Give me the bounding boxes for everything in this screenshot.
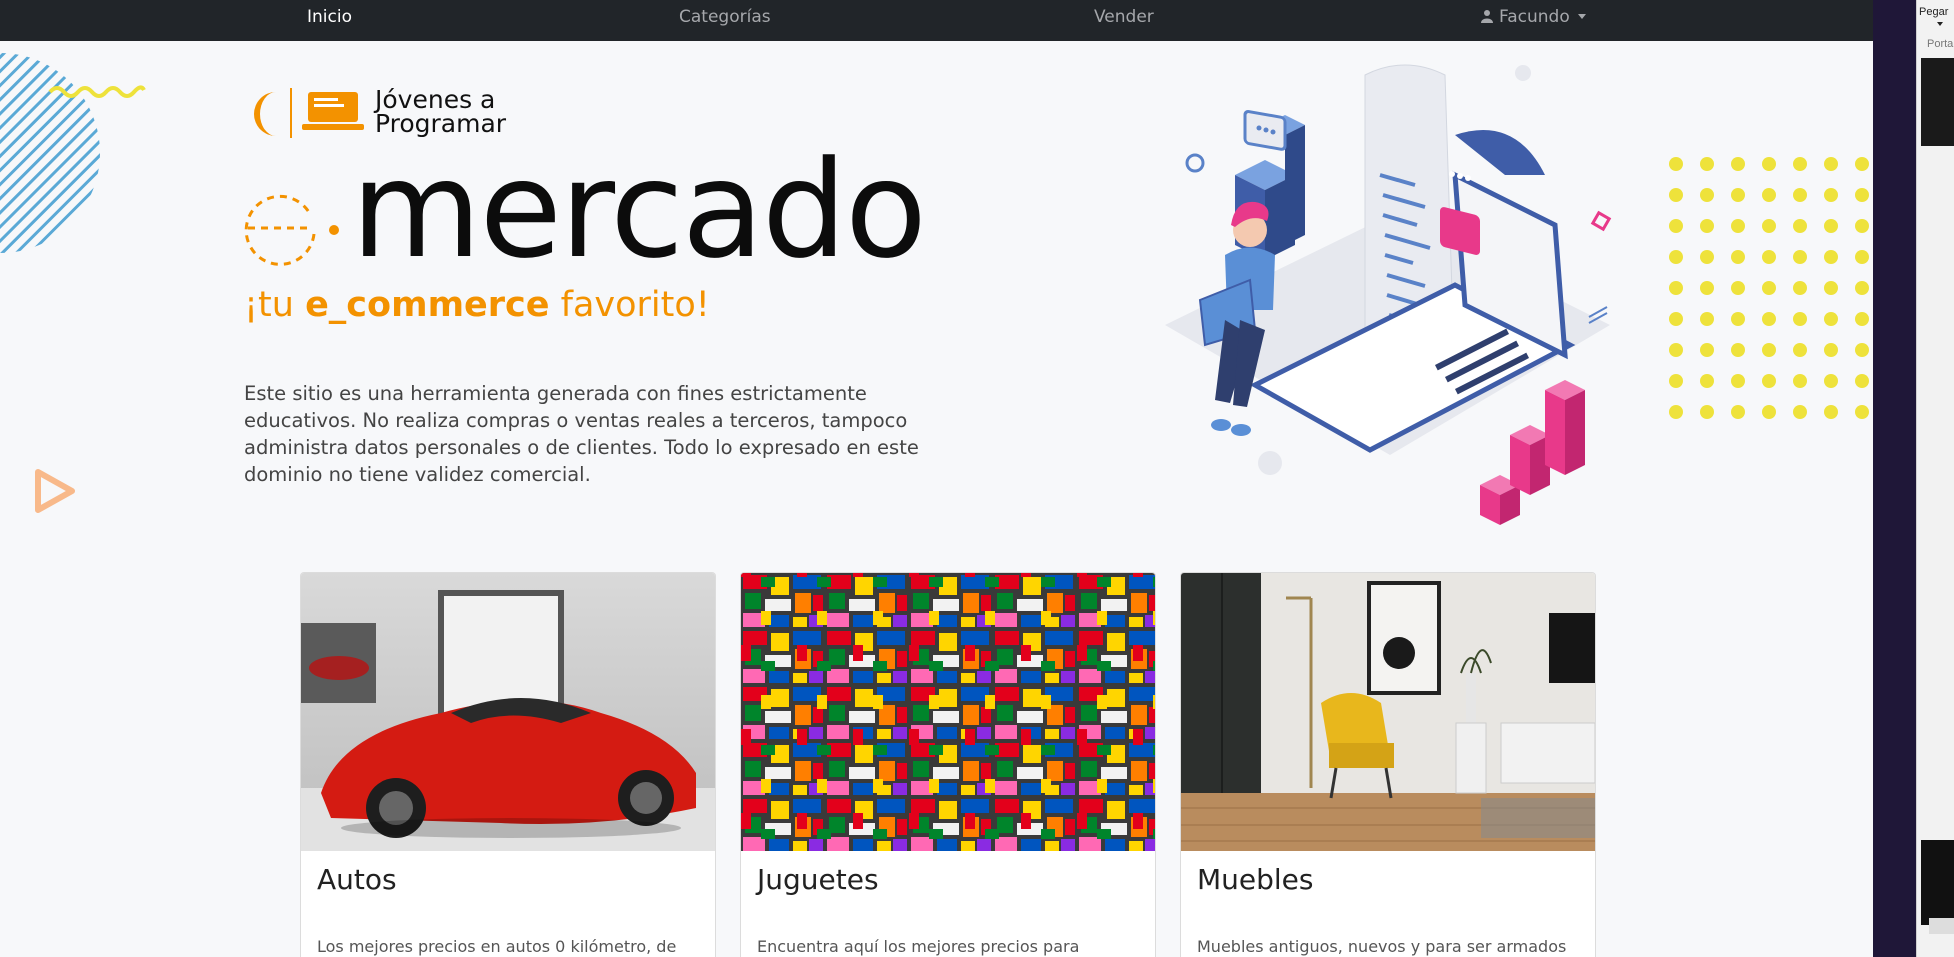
user-icon: [1481, 10, 1493, 23]
nav-inicio[interactable]: Inicio: [307, 7, 352, 27]
striped-circle-decoration: [0, 53, 100, 253]
dark-block-bottom: [1921, 840, 1954, 925]
card-title: Muebles: [1197, 863, 1314, 896]
autos-image: [301, 573, 715, 851]
hero-illustration: [1165, 64, 1612, 525]
tagline: ¡tu e_commerce favorito!: [244, 285, 710, 325]
disclaimer-text: Este sitio es una herramienta generada c…: [244, 382, 919, 486]
juguetes-image: [741, 573, 1155, 851]
card-text: Muebles antiguos, nuevos y para ser arma…: [1197, 937, 1567, 956]
paste-label[interactable]: Pegar: [1919, 6, 1948, 18]
dark-block: [1921, 58, 1954, 146]
side-app-panel: Pegar Porta: [1916, 0, 1954, 957]
tagline-post: favorito!: [549, 285, 710, 325]
clipboard-label: Porta: [1927, 38, 1954, 50]
category-card-autos[interactable]: Autos Los mejores precios en autos 0 kil…: [300, 572, 716, 957]
nav-vender[interactable]: Vender: [1094, 7, 1154, 27]
card-title: Juguetes: [757, 863, 879, 896]
browser-viewport: Inicio Categorías Vender Facundo Jóvenes…: [0, 0, 1873, 957]
top-navbar: Inicio Categorías Vender Facundo: [0, 0, 1873, 41]
play-triangle-decoration: [35, 469, 75, 513]
user-menu-dropdown[interactable]: Facundo: [1481, 7, 1586, 27]
nav-categorias[interactable]: Categorías: [679, 7, 771, 27]
card-text: Encuentra aquí los mejores precios para: [757, 937, 1080, 956]
chevron-down-icon: [1577, 14, 1586, 19]
scroll-control[interactable]: [1929, 918, 1954, 934]
card-title: Autos: [317, 863, 397, 896]
card-text: Los mejores precios en autos 0 kilómetro…: [317, 937, 677, 956]
category-card-muebles[interactable]: Muebles Muebles antiguos, nuevos y para …: [1180, 572, 1596, 957]
e-logo-icon: [244, 194, 339, 266]
wave-decoration: [48, 85, 146, 98]
chevron-down-icon[interactable]: [1937, 22, 1943, 26]
tagline-bold: e_commerce: [305, 285, 550, 325]
dot-grid-decoration: [1669, 157, 1869, 419]
brand-title: mercado: [351, 132, 927, 288]
tagline-pre: ¡tu: [244, 285, 306, 325]
category-card-juguetes[interactable]: Juguetes Encuentra aquí los mejores prec…: [740, 572, 1156, 957]
user-name: Facundo: [1499, 7, 1570, 27]
muebles-image: [1181, 573, 1595, 851]
logo-text: Jóvenes a Programar: [375, 87, 506, 136]
